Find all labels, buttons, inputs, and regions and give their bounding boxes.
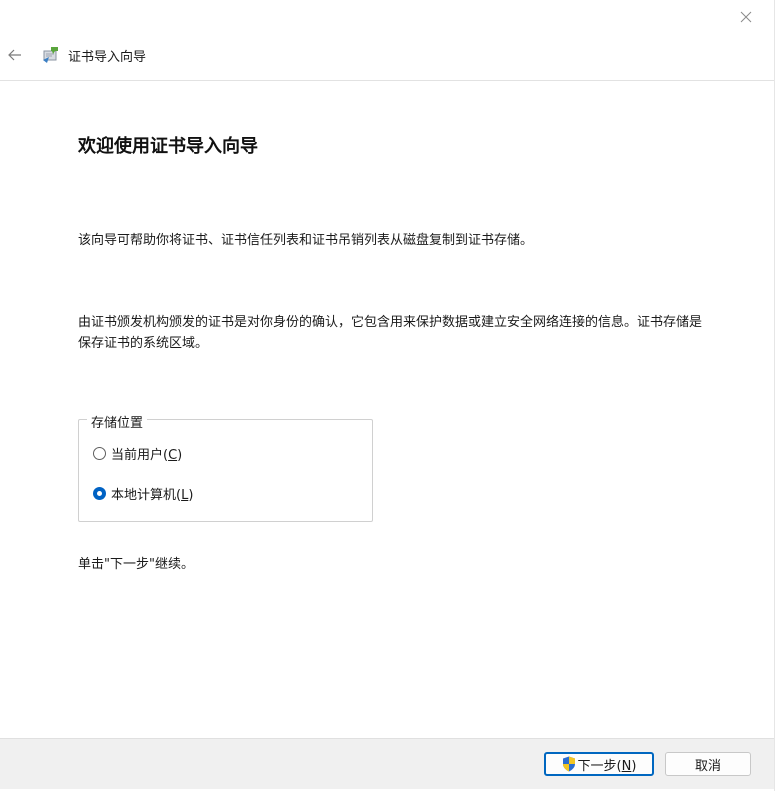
intro-paragraph: 该向导可帮助你将证书、证书信任列表和证书吊销列表从磁盘复制到证书存储。: [78, 233, 534, 248]
close-button[interactable]: [731, 4, 761, 30]
store-location-group: 存储位置 当前用户(C) 本地计算机(L): [78, 412, 373, 522]
window-edge: [774, 0, 781, 791]
uac-shield-icon: [562, 756, 575, 772]
close-icon: [740, 11, 752, 23]
store-location-legend: 存储位置: [87, 412, 148, 431]
description-paragraph: 由证书颁发机构颁发的证书是对你身份的确认，它包含用来保护数据或建立安全网络连接的…: [78, 315, 703, 351]
header-divider: [0, 80, 781, 81]
cancel-button[interactable]: 取消: [665, 752, 751, 776]
wizard-header: 证书导入向导: [0, 40, 781, 70]
wizard-footer: 下一步(N) 取消: [0, 738, 775, 789]
back-button[interactable]: [4, 44, 26, 66]
continue-hint: 单击"下一步"继续。: [78, 557, 194, 572]
radio-label: 当前用户(C): [111, 448, 183, 463]
wizard-title: 证书导入向导: [68, 49, 147, 65]
next-button[interactable]: 下一步(N): [544, 752, 654, 776]
arrow-left-icon: [8, 49, 21, 61]
radio-current-user[interactable]: 当前用户(C): [93, 444, 182, 463]
certificate-wizard-icon: [40, 44, 62, 66]
page-heading: 欢迎使用证书导入向导: [78, 136, 258, 157]
radio-button[interactable]: [93, 447, 106, 460]
radio-button-checked[interactable]: [93, 487, 106, 500]
next-button-label: 下一步(N): [577, 758, 637, 774]
radio-local-machine[interactable]: 本地计算机(L): [93, 484, 193, 503]
certificate-import-wizard-window: 证书导入向导 欢迎使用证书导入向导 该向导可帮助你将证书、证书信任列表和证书吊销…: [0, 0, 781, 791]
radio-label: 本地计算机(L): [111, 488, 194, 503]
